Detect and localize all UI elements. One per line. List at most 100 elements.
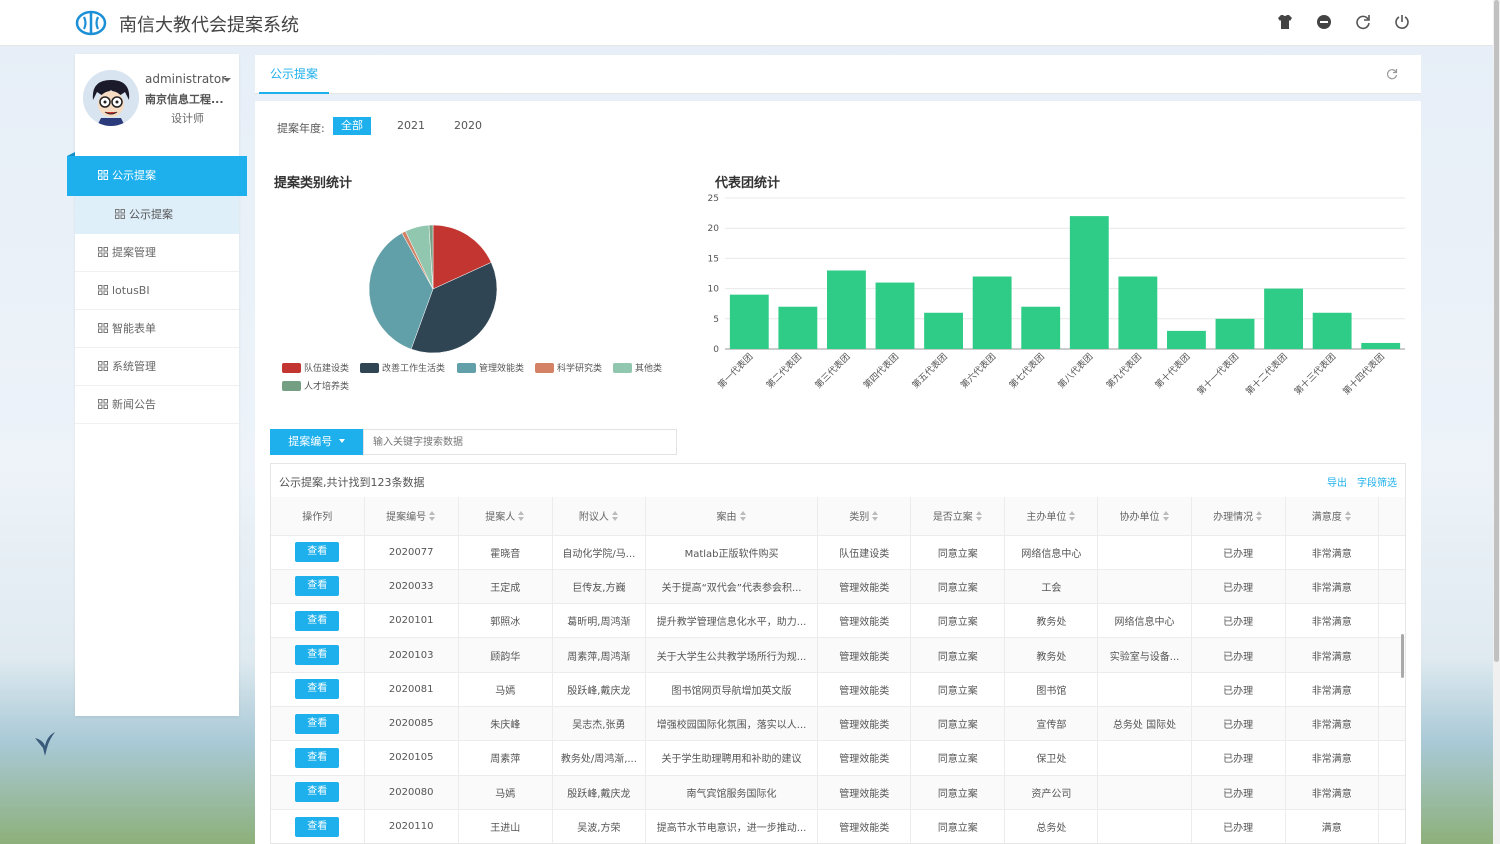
column-header[interactable]: 协办单位	[1097, 497, 1192, 536]
column-header[interactable]: 类别	[817, 497, 912, 536]
x-tick-label: 第八代表团	[1055, 351, 1095, 391]
legend-item[interactable]: 人才培养类	[282, 381, 349, 393]
legend-item[interactable]: 管理效能类	[457, 363, 524, 375]
field-filter-link[interactable]: 字段筛选	[1357, 474, 1397, 489]
sidebar-item-lotusbi[interactable]: lotusBI	[75, 272, 239, 310]
table-row[interactable]: 查看 2020081 马嫣 殷跃峰,戴庆龙 图书馆网页导航增加英文版 管理效能类 同意立案图…	[271, 672, 1405, 707]
tab-bar: 公示提案	[255, 55, 1421, 94]
app-title: 南信大教代会提案系统	[119, 15, 299, 36]
bar[interactable]	[972, 276, 1012, 349]
bar[interactable]	[1215, 318, 1255, 349]
power-icon[interactable]	[1392, 12, 1412, 32]
legend-item[interactable]: 改善工作生活类	[360, 363, 445, 375]
table-row[interactable]: 查看 2020110 王进山 吴波,方荣 提高节水节电意识，进一步推动... 管理效能类同…	[271, 809, 1405, 843]
sort-icon[interactable]	[975, 511, 983, 522]
view-button[interactable]: 查看	[295, 816, 340, 837]
sort-icon[interactable]	[429, 511, 436, 522]
export-link[interactable]: 导出	[1327, 474, 1347, 489]
sort-icon[interactable]	[1344, 511, 1352, 522]
view-button[interactable]: 查看	[295, 542, 340, 563]
tab-public-proposal[interactable]: 公示提案	[259, 55, 330, 94]
grid-icon	[98, 170, 108, 180]
column-header[interactable]: 主办单位	[1004, 497, 1099, 536]
table-cell: 2020081	[364, 672, 459, 707]
bar[interactable]	[1118, 276, 1158, 349]
bar[interactable]	[827, 270, 866, 349]
sort-icon[interactable]	[1256, 511, 1263, 522]
view-button[interactable]: 查看	[295, 747, 340, 768]
column-header[interactable]: 是否立案	[910, 497, 1006, 536]
table-row[interactable]: 查看 2020077 霍晓音 自动化学院/马... Matlab正版软件购买 队伍建设类同…	[271, 535, 1405, 570]
action-cell: 查看	[271, 775, 365, 810]
year-option-2021[interactable]: 2021	[389, 117, 433, 135]
table-scrollbar[interactable]	[1401, 634, 1404, 678]
bar[interactable]	[924, 312, 963, 349]
sidebar-item-public-proposal[interactable]: 公示提案	[67, 152, 247, 196]
bar[interactable]	[875, 282, 915, 349]
refresh-icon[interactable]	[1353, 12, 1373, 32]
column-header-label: 提案编号	[386, 512, 427, 524]
view-button[interactable]: 查看	[295, 645, 340, 666]
sidebar-subitem-public-proposal[interactable]: 公示提案	[75, 196, 239, 234]
sort-icon[interactable]	[1162, 511, 1170, 522]
legend-item[interactable]: 其他类	[613, 363, 662, 375]
user-name[interactable]: administrator	[145, 72, 226, 86]
bar[interactable]	[1021, 306, 1061, 349]
x-tick-label: 第十三代表团	[1292, 351, 1339, 398]
table-cell: 管理效能类	[817, 569, 912, 605]
view-button[interactable]: 查看	[295, 713, 340, 734]
column-header[interactable]: 提案编号	[364, 497, 459, 536]
table-row[interactable]: 查看 2020085 朱庆峰 吴志杰,张勇 增强校园国际化氛围，落实以人... 管理效能类…	[271, 706, 1405, 742]
table-row[interactable]: 查看 2020033 王定成 巨传友,方巍 关于提高“双代会”代表参会积... 管理效能类…	[271, 569, 1405, 605]
view-button[interactable]: 查看	[295, 782, 340, 803]
minus-circle-icon[interactable]	[1314, 12, 1334, 32]
bar[interactable]	[729, 294, 769, 349]
table-cell: 2020110	[364, 809, 459, 843]
sidebar-item-proposal-management[interactable]: 提案管理	[75, 234, 239, 272]
view-button[interactable]: 查看	[295, 610, 340, 631]
shirt-icon[interactable]	[1275, 12, 1295, 32]
table-cell: 2020105	[364, 740, 459, 776]
sort-icon[interactable]	[611, 511, 619, 522]
bar[interactable]	[778, 306, 818, 349]
table-row[interactable]: 查看 2020105 周素萍 教务处/周鸿渐,... 关于学生助理聘用和补助的建议 管理效…	[271, 740, 1405, 776]
legend-item[interactable]: 科学研究类	[535, 363, 602, 375]
bar[interactable]	[1264, 288, 1303, 349]
table-row[interactable]: 查看 2020103 顾韵华 周素萍,周鸿渐 关于大学生公共教学场所行为规... 管理效能…	[271, 637, 1405, 673]
table-row[interactable]: 查看 2020101 郭照冰 葛昕明,周鸿渐 提升教学管理信息化水平，助力... 管理效能…	[271, 603, 1405, 639]
sort-icon[interactable]	[872, 511, 879, 522]
sort-icon[interactable]	[518, 511, 525, 522]
year-option-all[interactable]: 全部	[333, 117, 371, 135]
search-field-dropdown[interactable]: 提案编号	[270, 429, 363, 455]
sort-icon[interactable]	[739, 511, 747, 522]
avatar[interactable]	[83, 70, 139, 126]
legend-item[interactable]: 队伍建设类	[282, 363, 349, 375]
year-option-2020[interactable]: 2020	[446, 117, 490, 135]
view-button[interactable]: 查看	[295, 576, 340, 597]
bar[interactable]	[1312, 312, 1352, 349]
page-scrollbar-thumb[interactable]	[1494, 0, 1499, 662]
page-scrollbar[interactable]	[1493, 0, 1500, 844]
view-button[interactable]: 查看	[295, 679, 340, 700]
chevron-down-icon[interactable]	[223, 78, 231, 82]
bar[interactable]	[1167, 330, 1206, 349]
refresh-icon[interactable]	[1385, 67, 1399, 81]
sidebar-item-smart-form[interactable]: 智能表单	[75, 310, 239, 348]
table-cell: 增强校园国际化氛围，落实以人...	[645, 706, 819, 742]
sidebar-item-label: 新闻公告	[112, 398, 156, 411]
column-header[interactable]: 案由	[645, 497, 819, 536]
sort-icon[interactable]	[1069, 511, 1076, 522]
sidebar-item-news[interactable]: 新闻公告	[75, 386, 239, 424]
y-tick-label: 5	[713, 315, 719, 325]
bar[interactable]	[1069, 216, 1109, 349]
column-header[interactable]: 满意度	[1285, 497, 1379, 536]
column-header[interactable]: 办理情况	[1191, 497, 1286, 536]
column-header[interactable]: 提案人	[458, 497, 553, 536]
search-input[interactable]	[363, 429, 677, 455]
column-header[interactable]: 附议人	[552, 497, 646, 536]
sidebar-item-system-management[interactable]: 系统管理	[75, 348, 239, 386]
x-tick-label: 第十二代表团	[1243, 351, 1290, 398]
table-row[interactable]: 查看 2020080 马嫣 殷跃峰,戴庆龙 南气宾馆服务国际化 管理效能类 同意立案 资产公司…	[271, 775, 1405, 810]
bar-chart: 0 5 10 15 20 25 第一代表团 第二代表团 第三代表团 第四代表团 第五代表团 第六代表团…	[708, 194, 1405, 398]
bar[interactable]	[1361, 342, 1401, 349]
